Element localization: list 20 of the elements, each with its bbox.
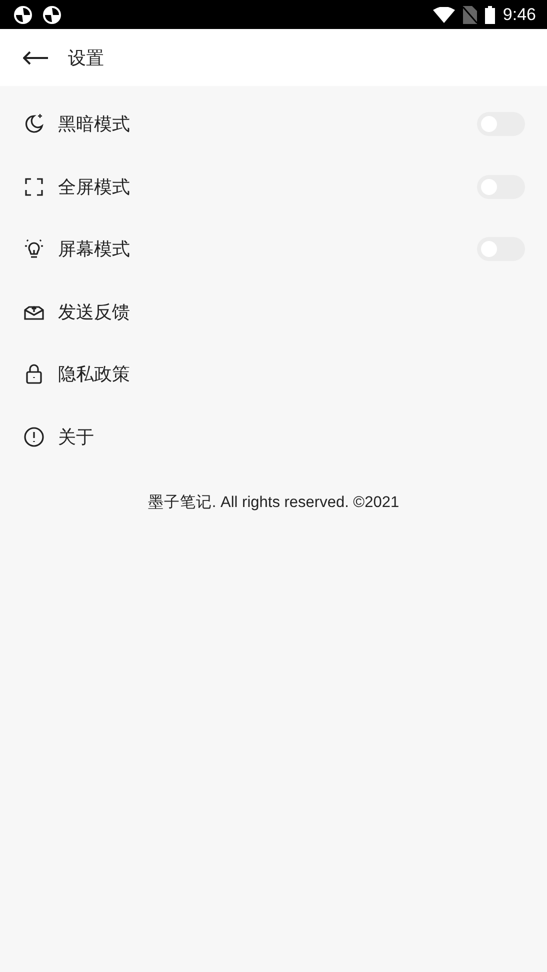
app-notification-icon — [13, 4, 33, 24]
no-sim-icon — [462, 6, 477, 24]
setting-label[interactable]: 关于 — [58, 424, 525, 449]
setting-label[interactable]: 屏幕模式 — [58, 237, 477, 262]
clock-time: 9:46 — [502, 4, 536, 24]
page-title: 设置 — [68, 46, 104, 70]
info-icon — [23, 426, 45, 448]
moon-icon — [23, 113, 45, 136]
fullscreen-icon — [23, 176, 45, 198]
copyright-text: 墨子笔记. All rights reserved. ©2021 — [146, 493, 400, 513]
setting-label[interactable]: 全屏模式 — [58, 174, 477, 199]
lightbulb-icon — [23, 238, 45, 260]
app-notification-icon — [42, 4, 62, 24]
lock-icon — [23, 363, 45, 386]
wifi-icon — [432, 6, 455, 22]
setting-label[interactable]: 隐私政策 — [58, 362, 525, 386]
setting-label[interactable]: 黑暗模式 — [58, 112, 477, 136]
back-icon[interactable] — [23, 50, 49, 64]
setting-label[interactable]: 发送反馈 — [58, 300, 525, 324]
battery-icon — [484, 6, 495, 24]
